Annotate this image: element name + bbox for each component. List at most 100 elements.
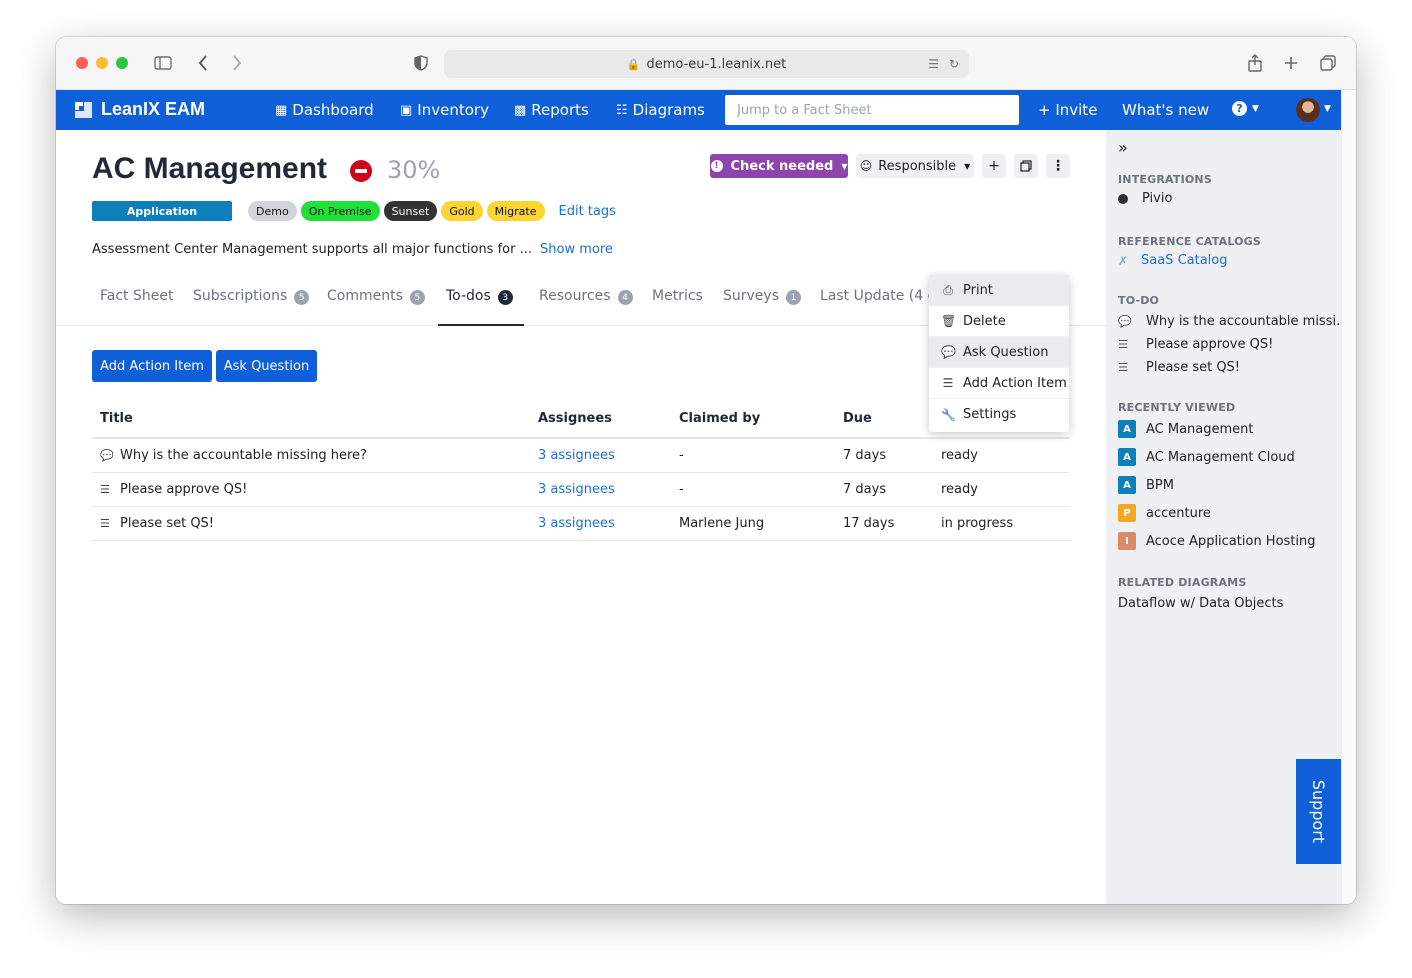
recent-item[interactable]: A AC Management Cloud	[1118, 448, 1295, 466]
todo-title-cell[interactable]: ☰ Please set QS!	[92, 506, 530, 541]
main-content: AC Management 30% ! Check needed ▼ ☺ Res…	[56, 130, 1106, 904]
check-needed-label: Check needed	[730, 158, 834, 174]
reference-catalog-item[interactable]: ✗ SaaS Catalog	[1118, 253, 1228, 268]
column-header-title[interactable]: Title	[92, 400, 530, 439]
recent-label: AC Management Cloud	[1146, 449, 1295, 465]
sidebar-todo-item[interactable]: 💬 Why is the accountable missi...	[1118, 314, 1348, 329]
checklist-icon: ☰	[100, 482, 110, 496]
help-menu-button[interactable]: ? ▼	[1232, 101, 1259, 116]
invite-button[interactable]: + Invite	[1038, 101, 1097, 119]
show-more-link[interactable]: Show more	[540, 242, 613, 257]
menu-item-print[interactable]: ⎙ Print	[929, 275, 1069, 306]
add-button[interactable]: +	[982, 154, 1006, 178]
check-needed-button[interactable]: ! Check needed ▼	[710, 154, 848, 178]
assignees-cell[interactable]: 3 assignees	[530, 438, 671, 473]
tag-gold[interactable]: Gold	[441, 201, 483, 221]
sidebar-toggle-icon[interactable]	[151, 51, 175, 75]
ask-question-button[interactable]: Ask Question	[216, 350, 317, 382]
column-header-assignees[interactable]: Assignees	[530, 400, 671, 439]
more-options-menu: ⎙ Print 🗑 Delete 💬 Ask Question ☰ Add Action…	[929, 275, 1069, 432]
user-avatar[interactable]	[1296, 98, 1320, 122]
chevron-down-icon: ▼	[964, 161, 971, 171]
whats-new-button[interactable]: What's new	[1122, 101, 1209, 119]
back-icon[interactable]	[191, 51, 215, 75]
tab-subscriptions[interactable]: Subscriptions 5	[193, 288, 310, 326]
recent-label: BPM	[1146, 477, 1174, 493]
jump-to-factsheet-input[interactable]	[725, 95, 1019, 125]
tag-sunset[interactable]: Sunset	[383, 201, 438, 221]
recent-item[interactable]: Paccenture	[1118, 504, 1211, 522]
assignees-cell[interactable]: 3 assignees	[530, 472, 671, 507]
tab-resources[interactable]: Resources 4	[539, 288, 633, 326]
due-cell: 7 days	[835, 472, 933, 507]
column-header-due[interactable]: Due	[835, 400, 933, 439]
leanix-logo[interactable]: LeanIX EAM	[74, 99, 205, 120]
tab-metrics[interactable]: Metrics	[652, 288, 703, 326]
tab-overview-icon[interactable]	[1316, 51, 1340, 75]
completion-percentage[interactable]: 30%	[387, 156, 440, 184]
more-options-button[interactable]: ⋮	[1046, 154, 1070, 178]
assignees-link[interactable]: 3 assignees	[538, 516, 615, 531]
table-row[interactable]: ☰ Please set QS! 3 assignees Marlene Jung…	[92, 506, 1070, 541]
integration-item[interactable]: Pivio	[1118, 191, 1172, 206]
new-tab-icon[interactable]	[1279, 51, 1303, 75]
zoom-window-button[interactable]	[116, 57, 128, 69]
responsible-button[interactable]: ☺ Responsible ▼	[856, 154, 974, 178]
comment-icon: 💬	[1118, 315, 1132, 328]
minimize-window-button[interactable]	[96, 57, 108, 69]
assignees-link[interactable]: 3 assignees	[538, 448, 615, 463]
support-button[interactable]: Support	[1296, 759, 1341, 864]
reload-icon[interactable]: ↻	[949, 57, 959, 71]
plus-icon: +	[988, 158, 1000, 174]
tab-to-dos[interactable]: To-dos 3	[438, 288, 524, 326]
tab-comments[interactable]: Comments 5	[327, 288, 425, 326]
share-icon[interactable]	[1243, 51, 1267, 75]
tag-on-premise[interactable]: On Premise	[300, 201, 380, 221]
table-row[interactable]: 💬 Why is the accountable missing here? 3 …	[92, 438, 1070, 473]
checklist-icon: ☰	[100, 516, 110, 530]
description-text: Assessment Center Management supports al…	[92, 242, 532, 257]
translate-icon[interactable]: ☰	[928, 57, 939, 71]
nav-reports[interactable]: ▩ Reports	[514, 101, 589, 119]
factsheet-description: Assessment Center Management supports al…	[92, 242, 613, 257]
privacy-shield-icon[interactable]	[409, 51, 433, 75]
table-row[interactable]: ☰ Please approve QS! 3 assignees - 7 days…	[92, 472, 1070, 507]
todo-title-cell[interactable]: 💬 Why is the accountable missing here?	[92, 438, 530, 473]
menu-item-ask-question[interactable]: 💬 Ask Question	[929, 337, 1069, 368]
tag-demo[interactable]: Demo	[248, 201, 297, 221]
menu-item-delete[interactable]: 🗑 Delete	[929, 306, 1069, 337]
assignees-cell[interactable]: 3 assignees	[530, 506, 671, 541]
column-header-claimed-by[interactable]: Claimed by	[671, 400, 835, 439]
tag-migrate[interactable]: Migrate	[486, 201, 545, 221]
sidebar-todo-item[interactable]: ☰ Please set QS!	[1118, 360, 1240, 375]
menu-item-settings[interactable]: 🔧 Settings	[929, 399, 1069, 430]
related-diagram-item[interactable]: Dataflow w/ Data Objects	[1118, 596, 1283, 611]
tab-fact-sheet[interactable]: Fact Sheet	[100, 288, 173, 326]
chevron-down-icon: ▼	[841, 161, 848, 171]
add-action-item-button[interactable]: Add Action Item	[92, 350, 212, 382]
nav-diagrams[interactable]: ☷ Diagrams	[616, 101, 705, 119]
recent-item[interactable]: A AC Management	[1118, 420, 1254, 438]
copy-icon	[1020, 160, 1032, 172]
tab-last-update[interactable]: Last Update (4 d	[820, 288, 936, 326]
avatar-chevron-down-icon[interactable]: ▼	[1324, 104, 1331, 114]
recent-item[interactable]: A BPM	[1118, 476, 1174, 494]
scrollbar[interactable]	[1341, 90, 1356, 904]
nav-inventory[interactable]: ▣ Inventory	[400, 101, 489, 119]
menu-item-add-action-item[interactable]: ☰ Add Action Item	[929, 368, 1069, 399]
address-bar[interactable]: 🔒 demo-eu-1.leanix.net ☰ ↻	[444, 50, 969, 78]
edit-tags-link[interactable]: Edit tags	[559, 204, 616, 219]
forward-icon[interactable]	[225, 51, 249, 75]
copy-button[interactable]	[1014, 154, 1038, 178]
count-badge: 5	[294, 290, 310, 305]
assignees-link[interactable]: 3 assignees	[538, 482, 615, 497]
todo-title-cell[interactable]: ☰ Please approve QS!	[92, 472, 530, 507]
recent-item[interactable]: I Acoce Application Hosting	[1118, 532, 1316, 550]
close-window-button[interactable]	[76, 57, 88, 69]
tab-surveys[interactable]: Surveys 1	[723, 288, 801, 326]
sidebar-todo-item[interactable]: ☰ Please approve QS!	[1118, 337, 1273, 352]
checklist-icon: ☰	[942, 376, 954, 390]
nav-dashboard[interactable]: ▦ Dashboard	[275, 101, 374, 119]
collapse-sidebar-icon[interactable]: »	[1118, 138, 1128, 157]
tab-label: Subscriptions	[193, 288, 288, 304]
